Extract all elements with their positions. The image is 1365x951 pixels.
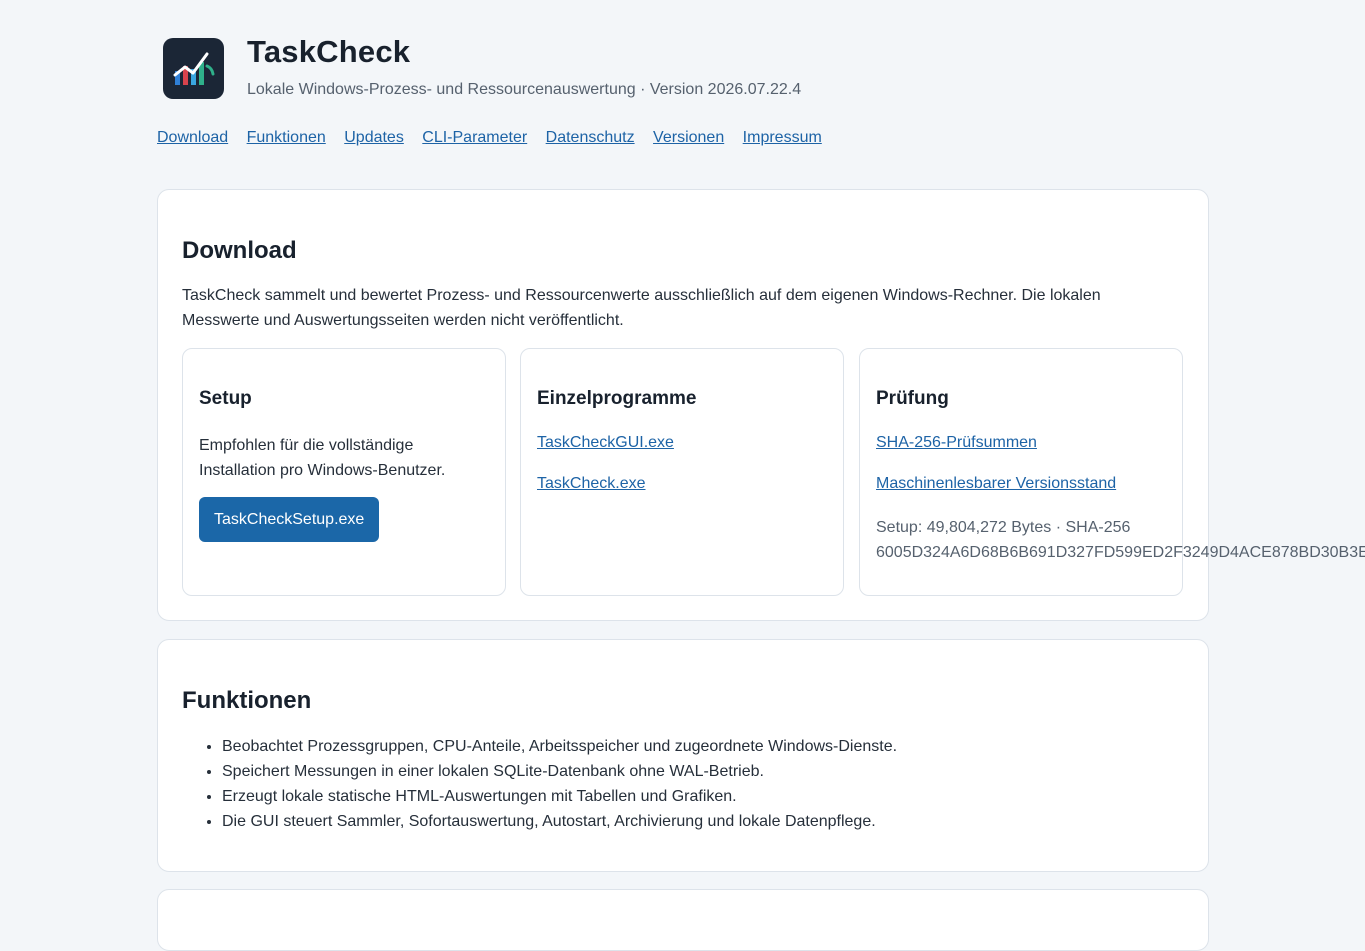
download-section: Download TaskCheck sammelt und bewertet …: [157, 189, 1365, 621]
page-title: TaskCheck: [247, 34, 411, 69]
nav-link-download[interactable]: Download: [157, 129, 228, 146]
pruefung-box: Prüfung SHA-256-Prüfsummen Maschinenlesb…: [859, 348, 1365, 596]
nav-link-cli-parameter[interactable]: CLI-Parameter: [422, 129, 527, 146]
setup-download-button[interactable]: TaskCheckSetup.exe: [199, 497, 380, 542]
feature-list: Beobachtet Prozessgruppen, CPU-Anteile, …: [198, 734, 897, 834]
taskcheck-logo-icon: [163, 38, 224, 99]
setup-heading: Setup: [199, 388, 252, 409]
nav-link-versionen[interactable]: Versionen: [653, 129, 724, 146]
funktionen-heading: Funktionen: [182, 687, 312, 714]
nav-link-impressum[interactable]: Impressum: [743, 129, 822, 146]
download-heading: Download: [182, 237, 297, 264]
list-item: Erzeugt lokale statische HTML-Auswertung…: [222, 784, 897, 809]
setup-box: Setup Empfohlen für die vollständige Ins…: [182, 348, 506, 596]
nav-link-updates[interactable]: Updates: [344, 129, 404, 146]
next-section: [157, 889, 1209, 951]
pruefung-heading: Prüfung: [876, 388, 949, 409]
taskcheckgui-link[interactable]: TaskCheckGUI.exe: [537, 434, 674, 452]
nav-link-funktionen[interactable]: Funktionen: [247, 129, 326, 146]
list-item: Speichert Messungen in einer lokalen SQL…: [222, 759, 897, 784]
version-status-link[interactable]: Maschinenlesbarer Versionsstand: [876, 475, 1116, 493]
funktionen-section: Funktionen Beobachtet Prozessgruppen, CP…: [157, 639, 1209, 872]
list-item: Die GUI steuert Sammler, Sofortauswertun…: [222, 809, 897, 834]
setup-size-label: Setup: 49,804,272 Bytes · SHA-256: [876, 519, 1131, 536]
page-subtitle: Lokale Windows-Prozess- und Ressourcenau…: [247, 81, 802, 98]
taskcheck-exe-link[interactable]: TaskCheck.exe: [537, 475, 646, 493]
einzelprogramme-heading: Einzelprogramme: [537, 388, 697, 409]
download-intro: TaskCheck sammelt und bewertet Prozess- …: [182, 287, 1101, 329]
list-item: Beobachtet Prozessgruppen, CPU-Anteile, …: [222, 734, 897, 759]
main-nav: Download Funktionen Updates CLI-Paramete…: [157, 129, 836, 147]
setup-text: Empfohlen für die vollständige Installat…: [199, 437, 446, 479]
einzelprogramme-box: Einzelprogramme TaskCheckGUI.exe TaskChe…: [520, 348, 844, 596]
setup-checksum-info: Setup: 49,804,272 Bytes · SHA-256 6005D3…: [876, 515, 1365, 565]
nav-link-datenschutz[interactable]: Datenschutz: [546, 129, 635, 146]
page-header: TaskCheck Lokale Windows-Prozess- und Re…: [157, 0, 1209, 146]
setup-sha256-value: 6005D324A6D68B6B691D327FD599ED2F3249D4AC…: [876, 544, 1365, 561]
sha256-checksums-link[interactable]: SHA-256-Prüfsummen: [876, 434, 1037, 452]
